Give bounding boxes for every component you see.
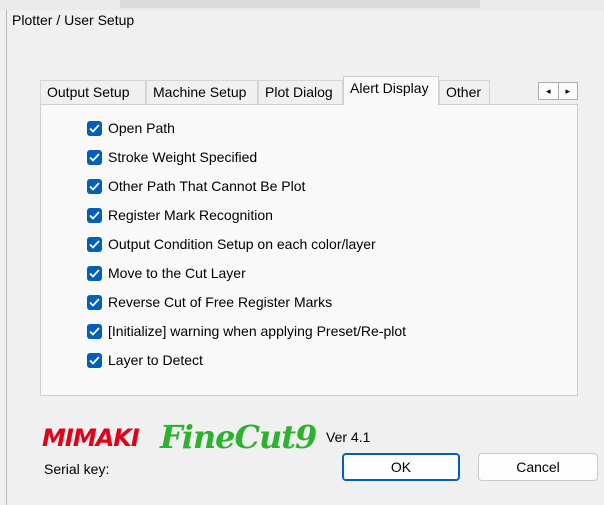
option-label: Output Condition Setup on each color/lay… bbox=[108, 236, 376, 252]
alert-display-panel: Open Path Stroke Weight Specified Other … bbox=[40, 104, 578, 396]
tab-output-setup[interactable]: Output Setup bbox=[40, 80, 146, 104]
checkbox-checked-icon[interactable] bbox=[87, 207, 102, 223]
tab-strip: Output Setup Machine Setup Plot Dialog A… bbox=[40, 76, 500, 105]
option-register-mark-recognition[interactable]: Register Mark Recognition bbox=[87, 205, 273, 225]
option-label: Move to the Cut Layer bbox=[108, 265, 246, 281]
checkbox-checked-icon[interactable] bbox=[87, 294, 102, 310]
option-layer-to-detect[interactable]: Layer to Detect bbox=[87, 350, 203, 370]
option-label: [Initialize] warning when applying Prese… bbox=[108, 323, 407, 339]
option-initialize-warning[interactable]: [Initialize] warning when applying Prese… bbox=[87, 321, 406, 341]
finecut9-logo: FineCut9 bbox=[160, 418, 317, 456]
option-output-condition-setup[interactable]: Output Condition Setup on each color/lay… bbox=[87, 234, 376, 254]
scroll-right-icon[interactable]: ▸ bbox=[557, 83, 578, 99]
serial-key-label: Serial key: bbox=[44, 461, 110, 477]
option-label: Layer to Detect bbox=[108, 352, 203, 368]
option-label: Reverse Cut of Free Register Marks bbox=[108, 294, 333, 310]
tab-scroll-buttons: ◂ ▸ bbox=[538, 82, 578, 100]
option-stroke-weight-specified[interactable]: Stroke Weight Specified bbox=[87, 147, 257, 167]
ok-button[interactable]: OK bbox=[342, 453, 460, 481]
checkbox-checked-icon[interactable] bbox=[87, 352, 102, 368]
option-label: Other Path That Cannot Be Plot bbox=[108, 178, 306, 194]
scroll-left-icon[interactable]: ◂ bbox=[539, 83, 558, 99]
option-reverse-cut-free-register-marks[interactable]: Reverse Cut of Free Register Marks bbox=[87, 292, 332, 312]
option-label: Stroke Weight Specified bbox=[108, 149, 258, 165]
checkbox-checked-icon[interactable] bbox=[87, 236, 102, 252]
checkbox-checked-icon[interactable] bbox=[87, 178, 102, 194]
tab-machine-setup[interactable]: Machine Setup bbox=[146, 80, 258, 104]
option-label: Open Path bbox=[108, 120, 175, 136]
checkbox-checked-icon[interactable] bbox=[87, 120, 102, 136]
checkbox-checked-icon[interactable] bbox=[87, 149, 102, 165]
cancel-button[interactable]: Cancel bbox=[478, 453, 598, 481]
tab-other[interactable]: Other bbox=[439, 80, 490, 104]
background-blur bbox=[120, 0, 480, 8]
tab-plot-dialog[interactable]: Plot Dialog bbox=[258, 80, 343, 104]
dialog-title: Plotter / User Setup bbox=[12, 12, 135, 28]
checkbox-checked-icon[interactable] bbox=[87, 265, 102, 281]
mimaki-logo: MIMAKI bbox=[42, 424, 140, 452]
tab-alert-display[interactable]: Alert Display bbox=[343, 76, 439, 105]
option-other-path-cannot-be-plot[interactable]: Other Path That Cannot Be Plot bbox=[87, 176, 305, 196]
option-label: Register Mark Recognition bbox=[108, 207, 273, 223]
option-open-path[interactable]: Open Path bbox=[87, 118, 175, 138]
version-label: Ver 4.1 bbox=[326, 429, 371, 445]
option-move-to-cut-layer[interactable]: Move to the Cut Layer bbox=[87, 263, 246, 283]
background-window-strip bbox=[0, 0, 604, 10]
checkbox-checked-icon[interactable] bbox=[87, 323, 102, 339]
